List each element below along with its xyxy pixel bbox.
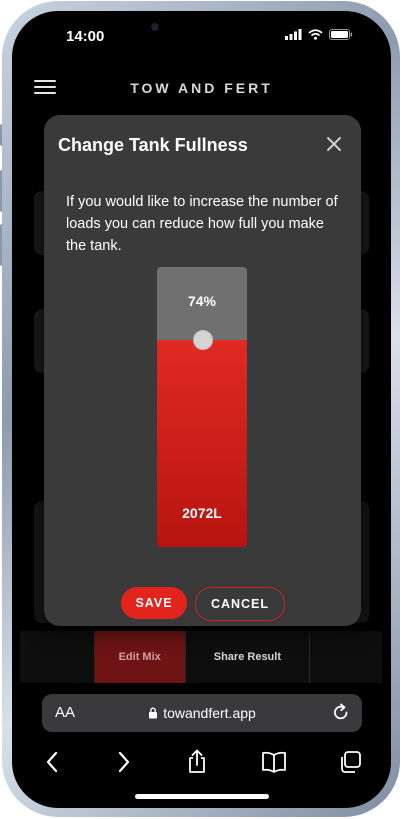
home-indicator bbox=[135, 794, 269, 799]
lock-icon bbox=[149, 707, 158, 719]
tab-share-result[interactable]: Share Result bbox=[186, 631, 311, 683]
tank-fullness-slider[interactable]: 74% 2072L bbox=[157, 267, 247, 547]
bookmarks-icon[interactable] bbox=[261, 749, 287, 775]
url-text: towandfert.app bbox=[163, 705, 256, 721]
screen: 14:00 TOW AND FERT Edit Mix Share Result… bbox=[12, 11, 391, 808]
tab-spacer bbox=[20, 631, 95, 683]
share-icon[interactable] bbox=[184, 749, 210, 775]
browser-address-bar[interactable]: AA towandfert.app bbox=[42, 694, 362, 732]
tab-spacer bbox=[310, 631, 382, 683]
battery-icon bbox=[329, 29, 353, 40]
tank-liters-label: 2072L bbox=[182, 505, 222, 521]
signal-icon bbox=[285, 29, 302, 40]
app-header: TOW AND FERT bbox=[12, 71, 391, 107]
status-icons bbox=[285, 29, 353, 40]
url-display[interactable]: towandfert.app bbox=[42, 705, 362, 721]
modal-title: Change Tank Fullness bbox=[58, 135, 248, 155]
modal-message: If you would like to increase the number… bbox=[66, 194, 338, 254]
browser-toolbar bbox=[12, 741, 391, 785]
tab-edit-mix[interactable]: Edit Mix bbox=[94, 631, 186, 683]
save-button[interactable]: SAVE bbox=[121, 587, 187, 619]
tank-percent-label: 74% bbox=[187, 293, 217, 309]
brand-logo: TOW AND FERT bbox=[130, 80, 273, 96]
tabs-icon[interactable] bbox=[337, 749, 363, 775]
forward-icon[interactable] bbox=[110, 749, 136, 775]
wifi-icon bbox=[308, 29, 323, 40]
phone: 14:00 TOW AND FERT Edit Mix Share Result… bbox=[0, 0, 403, 819]
reload-icon[interactable] bbox=[332, 703, 350, 723]
bottom-tabs: Edit Mix Share Result bbox=[20, 631, 382, 683]
cancel-button[interactable]: CANCEL bbox=[195, 587, 285, 621]
close-icon[interactable] bbox=[325, 135, 343, 153]
slider-handle[interactable] bbox=[193, 329, 213, 350]
back-icon[interactable] bbox=[40, 749, 66, 775]
status-time: 14:00 bbox=[66, 28, 105, 45]
front-camera bbox=[151, 23, 159, 31]
tank-fullness-modal: Change Tank Fullness If you would like t… bbox=[44, 115, 361, 626]
